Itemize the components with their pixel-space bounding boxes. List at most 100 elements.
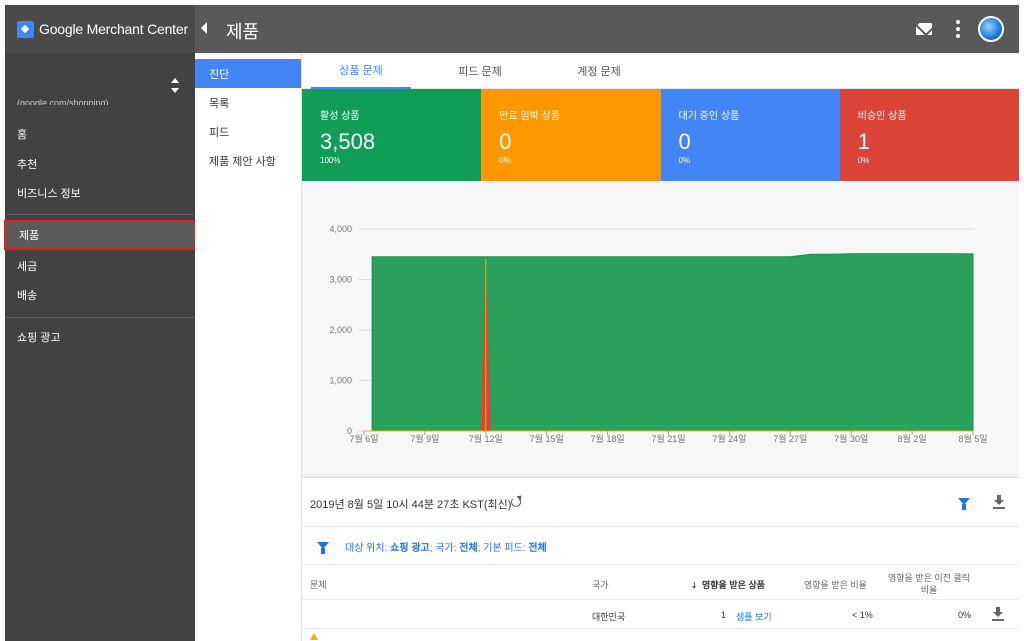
view-samples-link[interactable]: 샘플 보기: [736, 610, 772, 623]
stat-value: 0: [499, 129, 512, 154]
nav-item-business-info[interactable]: 비즈니스 정보: [5, 178, 195, 208]
column-country[interactable]: 국가: [592, 578, 609, 591]
tab-label: 상품 문제: [339, 65, 383, 77]
nav-item-products[interactable]: 제품: [4, 220, 196, 250]
tab-label: 계정 문제: [577, 66, 621, 78]
account-url: (google.com/shopping): [17, 98, 109, 105]
subnav-item-feeds[interactable]: 피드: [195, 117, 301, 146]
refresh-icon[interactable]: [511, 497, 521, 507]
collapse-menu-icon[interactable]: [201, 22, 207, 34]
stat-percent: 0%: [857, 156, 870, 165]
nav-item-label: 쇼핑 광고: [17, 332, 61, 344]
subnav-item-diagnostics[interactable]: 진단: [195, 59, 301, 88]
table-row[interactable]: [302, 629, 1019, 641]
x-tick-label: 7월 30일: [834, 433, 868, 444]
nav-item-label: 홈: [17, 129, 28, 141]
subnav-item-product-suggestions[interactable]: 제품 제안 사항: [195, 146, 301, 175]
chart-svg: 01,0002,0003,0004,0007월 6일 7월 9일 7월 12일 7월 …: [329, 224, 987, 444]
column-issue[interactable]: 문제: [310, 578, 327, 591]
nav-item-label: 세금: [17, 261, 38, 273]
stat-percent: 100%: [320, 156, 341, 165]
sort-arrow-icon: [692, 581, 698, 590]
x-tick-label: 7월 21일: [651, 433, 685, 444]
timestamp-row: 2019년 8월 5일 10시 44분 27초 KST(최신): [302, 478, 1019, 527]
x-tick-label: 7월 27일: [773, 433, 807, 444]
sub-nav: 진단 목록 피드 제품 제안 사항: [195, 53, 302, 641]
brand[interactable]: Google Merchant Center: [5, 5, 195, 53]
main-content: 상품 문제 피드 문제 계정 문제 활성 상품 3,508 100% 만료 임박…: [302, 53, 1019, 641]
page-title: 제품: [226, 22, 260, 42]
y-tick-label: 1,000: [329, 376, 352, 386]
y-tick-label: 2,000: [329, 325, 352, 335]
top-app-bar: Google Merchant Center 제품: [5, 5, 1019, 53]
stat-value: 3,508: [320, 129, 376, 154]
x-tick-label: 7월 24일: [712, 433, 746, 444]
stat-percent: 0%: [678, 156, 691, 165]
stat-label: 대기 중인 상품: [678, 111, 740, 122]
download-icon[interactable]: [992, 607, 1004, 621]
column-prev-click-ratio[interactable]: 영향을 받은 이전 클릭 비율: [884, 572, 974, 596]
nav-item-shipping[interactable]: 배송: [5, 280, 195, 310]
nav-item-label: 추천: [17, 159, 38, 171]
subnav-item-label: 피드: [209, 126, 230, 139]
stat-label: 비승인 상품: [857, 111, 907, 122]
nav-item-label: 배송: [17, 290, 38, 302]
stat-disapproved[interactable]: 비승인 상품 1 0%: [839, 89, 1019, 181]
nav-item-home[interactable]: 홈: [5, 119, 195, 149]
table-row[interactable]: 대한민국 1 샘플 보기 < 1% 0%: [302, 600, 1019, 629]
filter-summary[interactable]: 대상 위치: 쇼핑 광고; 국가: 전체; 기본 피드: 전체: [345, 539, 547, 554]
tab-bar: 상품 문제 피드 문제 계정 문제: [302, 53, 1019, 89]
cell-ratio: < 1%: [852, 610, 873, 620]
x-tick-label: 7월 6일: [349, 433, 378, 444]
x-tick-label: 7월 12일: [469, 433, 503, 444]
filter-row[interactable]: 대상 위치: 쇼핑 광고; 국가: 전체; 기본 피드: 전체: [302, 527, 1019, 565]
tab-label: 피드 문제: [458, 66, 502, 78]
stat-value: 1: [857, 129, 870, 154]
x-tick-label: 7월 9일: [410, 433, 439, 444]
y-tick-label: 3,000: [329, 275, 352, 285]
x-tick-label: 8월 5일: [958, 433, 987, 444]
stat-expiring[interactable]: 만료 임박 상품 0 0%: [481, 89, 661, 181]
stat-active[interactable]: 활성 상품 3,508 100%: [302, 89, 482, 181]
filter-icon[interactable]: [958, 498, 970, 510]
warning-icon: [310, 633, 318, 640]
nav-item-tax[interactable]: 세금: [5, 251, 195, 281]
cell-prev: 0%: [958, 610, 972, 620]
tab-item-issues[interactable]: 상품 문제: [311, 53, 411, 89]
nav-item-recommendations[interactable]: 추천: [5, 149, 195, 179]
mail-icon[interactable]: [916, 23, 932, 35]
stat-percent: 0%: [499, 156, 511, 165]
results-panel: 2019년 8월 5일 10시 44분 27초 KST(최신) 대상 위치: 쇼…: [302, 477, 1019, 641]
subnav-item-list[interactable]: 목록: [195, 88, 301, 117]
merchant-center-logo-icon: [17, 20, 34, 38]
cell-country: 대한민국: [592, 612, 626, 622]
series-area-active: [371, 253, 974, 432]
table-header: 문제 국가 영향을 받은 상품 영향을 받은 비율 영향을 받은 이전 클릭 비율: [302, 565, 1019, 600]
stat-label: 만료 임박 상품: [499, 111, 561, 122]
stat-pending[interactable]: 대기 중인 상품 0 0%: [660, 89, 840, 181]
x-tick-label: 7월 15일: [530, 433, 564, 444]
tab-account-issues[interactable]: 계정 문제: [549, 53, 649, 89]
x-tick-label: 7월 18일: [591, 433, 625, 444]
column-affected[interactable]: 영향을 받은 상품: [692, 578, 765, 591]
download-icon[interactable]: [993, 495, 1005, 509]
x-tick-label: 8월 2일: [898, 433, 927, 444]
nav-item-shopping-ads[interactable]: 쇼핑 광고: [5, 322, 195, 352]
unfold-more-icon[interactable]: [171, 77, 179, 95]
nav-item-label: 제품: [19, 230, 40, 242]
stat-value: 0: [678, 129, 691, 154]
avatar[interactable]: [978, 16, 1004, 42]
stats-row: 활성 상품 3,508 100% 만료 임박 상품 0 0% 대기 중인 상품 …: [302, 89, 1019, 181]
filter-icon[interactable]: [317, 542, 329, 554]
stat-label: 활성 상품: [320, 111, 360, 122]
nav-divider: [5, 214, 195, 215]
column-affected-ratio[interactable]: 영향을 받은 비율: [804, 578, 867, 591]
more-vert-icon[interactable]: [956, 20, 960, 38]
app-name: Google Merchant Center: [39, 21, 188, 37]
nav-item-label: 비즈니스 정보: [17, 188, 81, 200]
left-nav: (google.com/shopping) 홈 추천 비즈니스 정보 제품 세금…: [4, 53, 196, 641]
cell-count: 1: [721, 610, 727, 620]
subnav-item-label: 목록: [209, 97, 230, 110]
tab-feed-issues[interactable]: 피드 문제: [430, 53, 530, 89]
products-chart: 0 1,000 2,000 3,000 4,000 7월 6일 7월 9일 7월 12일 7월 …: [302, 181, 1019, 473]
